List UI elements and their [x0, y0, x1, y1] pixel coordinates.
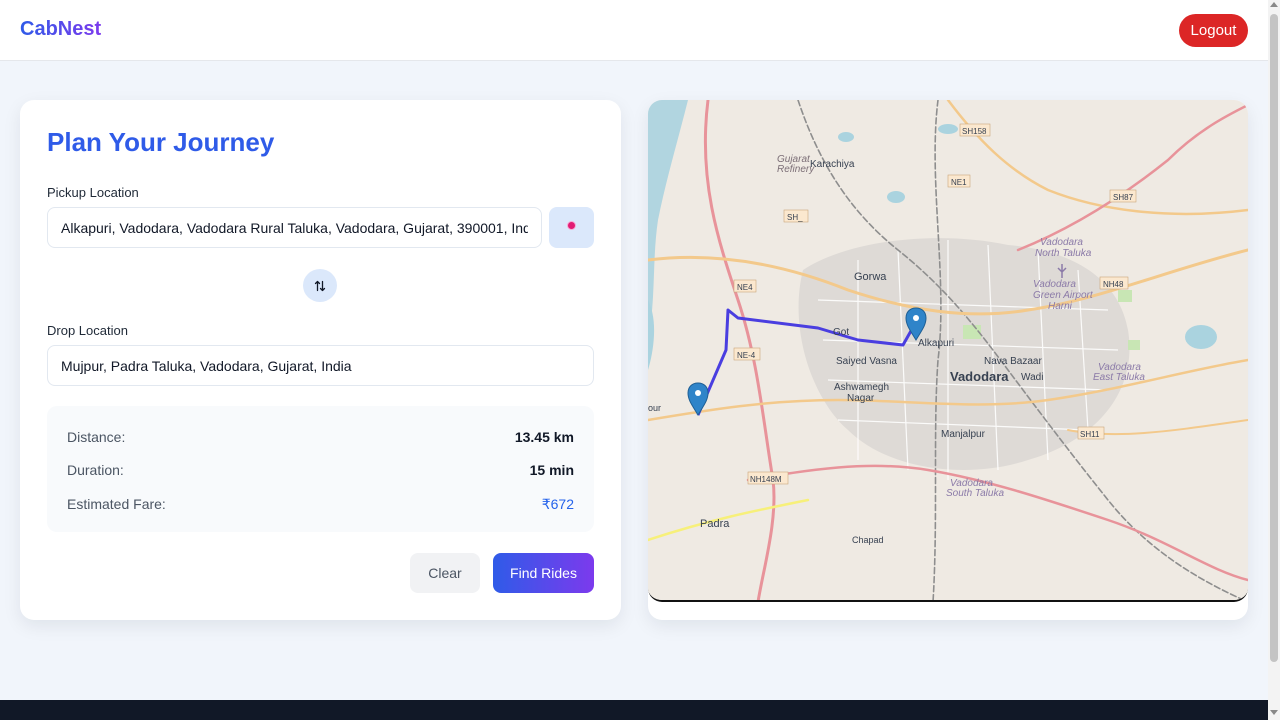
svg-text:Manjalpur: Manjalpur	[941, 429, 986, 440]
svg-text:Gorwa: Gorwa	[854, 271, 887, 283]
swap-icon	[314, 280, 326, 291]
svg-text:Karachiya: Karachiya	[810, 159, 855, 170]
map-canvas[interactable]: Gujarat Refinery Karachiya SH158 NE1 SH8…	[648, 100, 1248, 602]
journey-card: Plan Your Journey Pickup Location Drop L…	[20, 100, 621, 620]
svg-text:NE1: NE1	[951, 178, 967, 187]
clear-button[interactable]: Clear	[410, 553, 480, 593]
current-location-button[interactable]	[549, 207, 594, 248]
page-title: Plan Your Journey	[47, 127, 275, 157]
brand-logo[interactable]: CabNest	[20, 18, 101, 41]
trip-summary: Distance: 13.45 km Duration: 15 min Esti…	[47, 406, 594, 532]
svg-text:SH11: SH11	[1080, 430, 1100, 439]
fare-value: ₹672	[541, 496, 574, 512]
svg-text:Ashwamegh: Ashwamegh	[834, 382, 889, 393]
scroll-up-arrow-icon[interactable]	[1270, 2, 1278, 7]
top-navbar: CabNest Logout	[0, 0, 1268, 61]
distance-value: 13.45 km	[514, 429, 574, 445]
logout-button[interactable]: Logout	[1179, 14, 1248, 47]
svg-text:Saiyed Vasna: Saiyed Vasna	[836, 356, 897, 367]
pickup-input[interactable]	[47, 207, 542, 248]
svg-text:SH87: SH87	[1113, 193, 1134, 202]
route-map[interactable]: Gujarat Refinery Karachiya SH158 NE1 SH8…	[648, 100, 1248, 602]
svg-text:Got: Got	[833, 327, 849, 338]
svg-text:Vadodara: Vadodara	[950, 369, 1009, 384]
drop-label: Drop Location	[47, 323, 128, 338]
svg-text:North Taluka: North Taluka	[1035, 248, 1092, 259]
svg-text:Padra: Padra	[700, 518, 730, 530]
scroll-thumb[interactable]	[1270, 14, 1278, 662]
svg-text:our: our	[648, 403, 661, 413]
svg-text:Green Airport: Green Airport	[1033, 290, 1094, 301]
distance-label: Distance:	[67, 429, 126, 445]
fare-label: Estimated Fare:	[67, 496, 166, 512]
svg-text:Harni: Harni	[1048, 301, 1073, 312]
svg-text:Nagar: Nagar	[847, 393, 875, 404]
svg-text:SH158: SH158	[962, 127, 987, 136]
duration-value: 15 min	[529, 462, 574, 478]
swap-locations-button[interactable]	[303, 269, 337, 302]
svg-text:Alkapuri: Alkapuri	[918, 338, 954, 349]
svg-text:Wadi: Wadi	[1021, 372, 1043, 383]
find-rides-button[interactable]: Find Rides	[493, 553, 594, 593]
page-scrollbar[interactable]	[1268, 0, 1280, 720]
map-card: Gujarat Refinery Karachiya SH158 NE1 SH8…	[648, 100, 1248, 620]
svg-text:East Taluka: East Taluka	[1093, 372, 1145, 383]
scroll-down-arrow-icon[interactable]	[1270, 710, 1278, 715]
svg-text:Vadodara: Vadodara	[1033, 279, 1076, 290]
svg-text:SH_: SH_	[787, 213, 803, 222]
pickup-label: Pickup Location	[47, 185, 139, 200]
svg-text:NH48: NH48	[1103, 280, 1124, 289]
svg-text:Vadodara: Vadodara	[1040, 237, 1083, 248]
location-pin-icon	[568, 222, 575, 229]
drop-input[interactable]	[47, 345, 594, 386]
svg-text:South Taluka: South Taluka	[946, 488, 1004, 499]
svg-text:NH148M: NH148M	[750, 475, 782, 484]
svg-text:NE-4: NE-4	[737, 351, 756, 360]
svg-text:Nava Bazaar: Nava Bazaar	[984, 356, 1042, 367]
svg-text:NE4: NE4	[737, 283, 753, 292]
duration-label: Duration:	[67, 462, 124, 478]
svg-text:Chapad: Chapad	[852, 535, 884, 545]
page-footer	[0, 700, 1268, 720]
